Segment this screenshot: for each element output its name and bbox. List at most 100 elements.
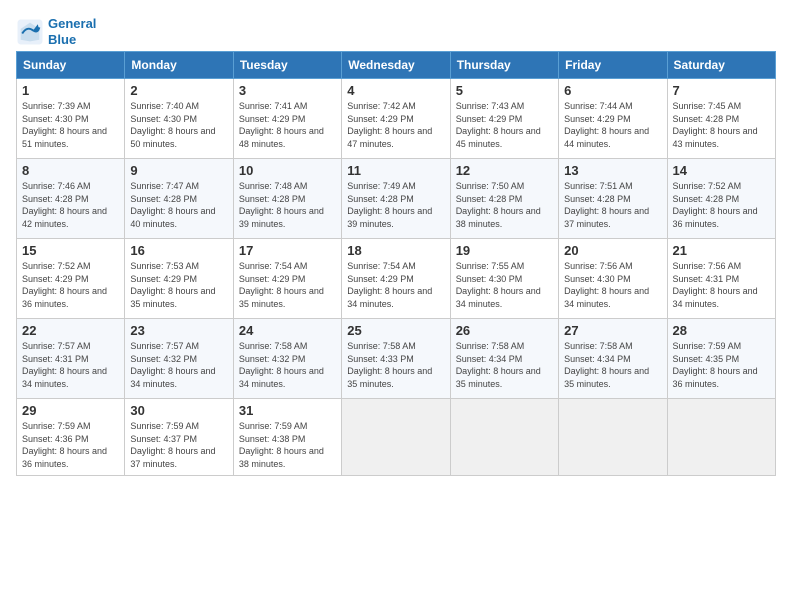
day-info: Sunrise: 7:58 AMSunset: 4:33 PMDaylight:…: [347, 341, 432, 389]
day-number: 20: [564, 243, 661, 258]
day-info: Sunrise: 7:54 AMSunset: 4:29 PMDaylight:…: [347, 261, 432, 309]
calendar-cell: 29 Sunrise: 7:59 AMSunset: 4:36 PMDaylig…: [17, 399, 125, 475]
day-number: 10: [239, 163, 336, 178]
day-number: 26: [456, 323, 553, 338]
calendar-cell: [342, 399, 450, 475]
day-info: Sunrise: 7:48 AMSunset: 4:28 PMDaylight:…: [239, 181, 324, 229]
calendar-header-tuesday: Tuesday: [233, 52, 341, 79]
day-info: Sunrise: 7:40 AMSunset: 4:30 PMDaylight:…: [130, 101, 215, 149]
calendar-header-row: SundayMondayTuesdayWednesdayThursdayFrid…: [17, 52, 776, 79]
calendar-cell: 1 Sunrise: 7:39 AMSunset: 4:30 PMDayligh…: [17, 79, 125, 159]
calendar-cell: 2 Sunrise: 7:40 AMSunset: 4:30 PMDayligh…: [125, 79, 233, 159]
day-info: Sunrise: 7:42 AMSunset: 4:29 PMDaylight:…: [347, 101, 432, 149]
day-number: 27: [564, 323, 661, 338]
calendar-cell: 22 Sunrise: 7:57 AMSunset: 4:31 PMDaylig…: [17, 319, 125, 399]
calendar-cell: 7 Sunrise: 7:45 AMSunset: 4:28 PMDayligh…: [667, 79, 775, 159]
day-info: Sunrise: 7:52 AMSunset: 4:29 PMDaylight:…: [22, 261, 107, 309]
day-number: 17: [239, 243, 336, 258]
day-info: Sunrise: 7:54 AMSunset: 4:29 PMDaylight:…: [239, 261, 324, 309]
calendar-cell: 8 Sunrise: 7:46 AMSunset: 4:28 PMDayligh…: [17, 159, 125, 239]
day-number: 24: [239, 323, 336, 338]
day-number: 5: [456, 83, 553, 98]
calendar-cell: 5 Sunrise: 7:43 AMSunset: 4:29 PMDayligh…: [450, 79, 558, 159]
day-info: Sunrise: 7:45 AMSunset: 4:28 PMDaylight:…: [673, 101, 758, 149]
day-number: 30: [130, 403, 227, 418]
calendar-cell: 10 Sunrise: 7:48 AMSunset: 4:28 PMDaylig…: [233, 159, 341, 239]
calendar-cell: 19 Sunrise: 7:55 AMSunset: 4:30 PMDaylig…: [450, 239, 558, 319]
calendar-cell: [667, 399, 775, 475]
calendar-cell: 25 Sunrise: 7:58 AMSunset: 4:33 PMDaylig…: [342, 319, 450, 399]
day-info: Sunrise: 7:50 AMSunset: 4:28 PMDaylight:…: [456, 181, 541, 229]
calendar-cell: 18 Sunrise: 7:54 AMSunset: 4:29 PMDaylig…: [342, 239, 450, 319]
calendar-header-monday: Monday: [125, 52, 233, 79]
day-number: 9: [130, 163, 227, 178]
calendar-header-wednesday: Wednesday: [342, 52, 450, 79]
day-number: 7: [673, 83, 770, 98]
day-number: 8: [22, 163, 119, 178]
calendar-cell: 28 Sunrise: 7:59 AMSunset: 4:35 PMDaylig…: [667, 319, 775, 399]
day-number: 3: [239, 83, 336, 98]
calendar-cell: 4 Sunrise: 7:42 AMSunset: 4:29 PMDayligh…: [342, 79, 450, 159]
calendar-cell: 12 Sunrise: 7:50 AMSunset: 4:28 PMDaylig…: [450, 159, 558, 239]
day-info: Sunrise: 7:39 AMSunset: 4:30 PMDaylight:…: [22, 101, 107, 149]
calendar-cell: 6 Sunrise: 7:44 AMSunset: 4:29 PMDayligh…: [559, 79, 667, 159]
day-number: 16: [130, 243, 227, 258]
day-number: 2: [130, 83, 227, 98]
calendar-cell: 3 Sunrise: 7:41 AMSunset: 4:29 PMDayligh…: [233, 79, 341, 159]
day-number: 21: [673, 243, 770, 258]
day-info: Sunrise: 7:59 AMSunset: 4:36 PMDaylight:…: [22, 421, 107, 469]
calendar-cell: 30 Sunrise: 7:59 AMSunset: 4:37 PMDaylig…: [125, 399, 233, 475]
calendar-cell: 16 Sunrise: 7:53 AMSunset: 4:29 PMDaylig…: [125, 239, 233, 319]
calendar-cell: 13 Sunrise: 7:51 AMSunset: 4:28 PMDaylig…: [559, 159, 667, 239]
day-info: Sunrise: 7:58 AMSunset: 4:32 PMDaylight:…: [239, 341, 324, 389]
calendar-cell: 24 Sunrise: 7:58 AMSunset: 4:32 PMDaylig…: [233, 319, 341, 399]
calendar-cell: 20 Sunrise: 7:56 AMSunset: 4:30 PMDaylig…: [559, 239, 667, 319]
calendar-header-sunday: Sunday: [17, 52, 125, 79]
calendar-cell: [450, 399, 558, 475]
day-info: Sunrise: 7:43 AMSunset: 4:29 PMDaylight:…: [456, 101, 541, 149]
day-info: Sunrise: 7:49 AMSunset: 4:28 PMDaylight:…: [347, 181, 432, 229]
day-info: Sunrise: 7:59 AMSunset: 4:38 PMDaylight:…: [239, 421, 324, 469]
calendar-cell: 17 Sunrise: 7:54 AMSunset: 4:29 PMDaylig…: [233, 239, 341, 319]
calendar-header-thursday: Thursday: [450, 52, 558, 79]
day-number: 12: [456, 163, 553, 178]
day-number: 25: [347, 323, 444, 338]
day-number: 4: [347, 83, 444, 98]
day-info: Sunrise: 7:47 AMSunset: 4:28 PMDaylight:…: [130, 181, 215, 229]
calendar-cell: 23 Sunrise: 7:57 AMSunset: 4:32 PMDaylig…: [125, 319, 233, 399]
day-number: 1: [22, 83, 119, 98]
page-container: General Blue SundayMondayTuesdayWednesda…: [0, 0, 792, 484]
day-info: Sunrise: 7:55 AMSunset: 4:30 PMDaylight:…: [456, 261, 541, 309]
day-info: Sunrise: 7:44 AMSunset: 4:29 PMDaylight:…: [564, 101, 649, 149]
day-info: Sunrise: 7:58 AMSunset: 4:34 PMDaylight:…: [456, 341, 541, 389]
day-number: 22: [22, 323, 119, 338]
day-info: Sunrise: 7:59 AMSunset: 4:37 PMDaylight:…: [130, 421, 215, 469]
day-number: 31: [239, 403, 336, 418]
calendar-cell: 21 Sunrise: 7:56 AMSunset: 4:31 PMDaylig…: [667, 239, 775, 319]
calendar-cell: 26 Sunrise: 7:58 AMSunset: 4:34 PMDaylig…: [450, 319, 558, 399]
calendar-header-friday: Friday: [559, 52, 667, 79]
calendar-cell: [559, 399, 667, 475]
day-number: 13: [564, 163, 661, 178]
calendar-cell: 14 Sunrise: 7:52 AMSunset: 4:28 PMDaylig…: [667, 159, 775, 239]
calendar-cell: 9 Sunrise: 7:47 AMSunset: 4:28 PMDayligh…: [125, 159, 233, 239]
logo-icon: [16, 18, 44, 46]
logo-text: General Blue: [48, 16, 96, 47]
day-number: 14: [673, 163, 770, 178]
calendar-header-saturday: Saturday: [667, 52, 775, 79]
day-info: Sunrise: 7:56 AMSunset: 4:31 PMDaylight:…: [673, 261, 758, 309]
day-number: 6: [564, 83, 661, 98]
day-number: 23: [130, 323, 227, 338]
day-info: Sunrise: 7:46 AMSunset: 4:28 PMDaylight:…: [22, 181, 107, 229]
day-info: Sunrise: 7:51 AMSunset: 4:28 PMDaylight:…: [564, 181, 649, 229]
day-number: 19: [456, 243, 553, 258]
day-info: Sunrise: 7:56 AMSunset: 4:30 PMDaylight:…: [564, 261, 649, 309]
day-number: 29: [22, 403, 119, 418]
day-number: 18: [347, 243, 444, 258]
day-info: Sunrise: 7:59 AMSunset: 4:35 PMDaylight:…: [673, 341, 758, 389]
calendar-table: SundayMondayTuesdayWednesdayThursdayFrid…: [16, 51, 776, 475]
calendar-cell: 11 Sunrise: 7:49 AMSunset: 4:28 PMDaylig…: [342, 159, 450, 239]
calendar-cell: 31 Sunrise: 7:59 AMSunset: 4:38 PMDaylig…: [233, 399, 341, 475]
day-number: 28: [673, 323, 770, 338]
day-info: Sunrise: 7:57 AMSunset: 4:31 PMDaylight:…: [22, 341, 107, 389]
